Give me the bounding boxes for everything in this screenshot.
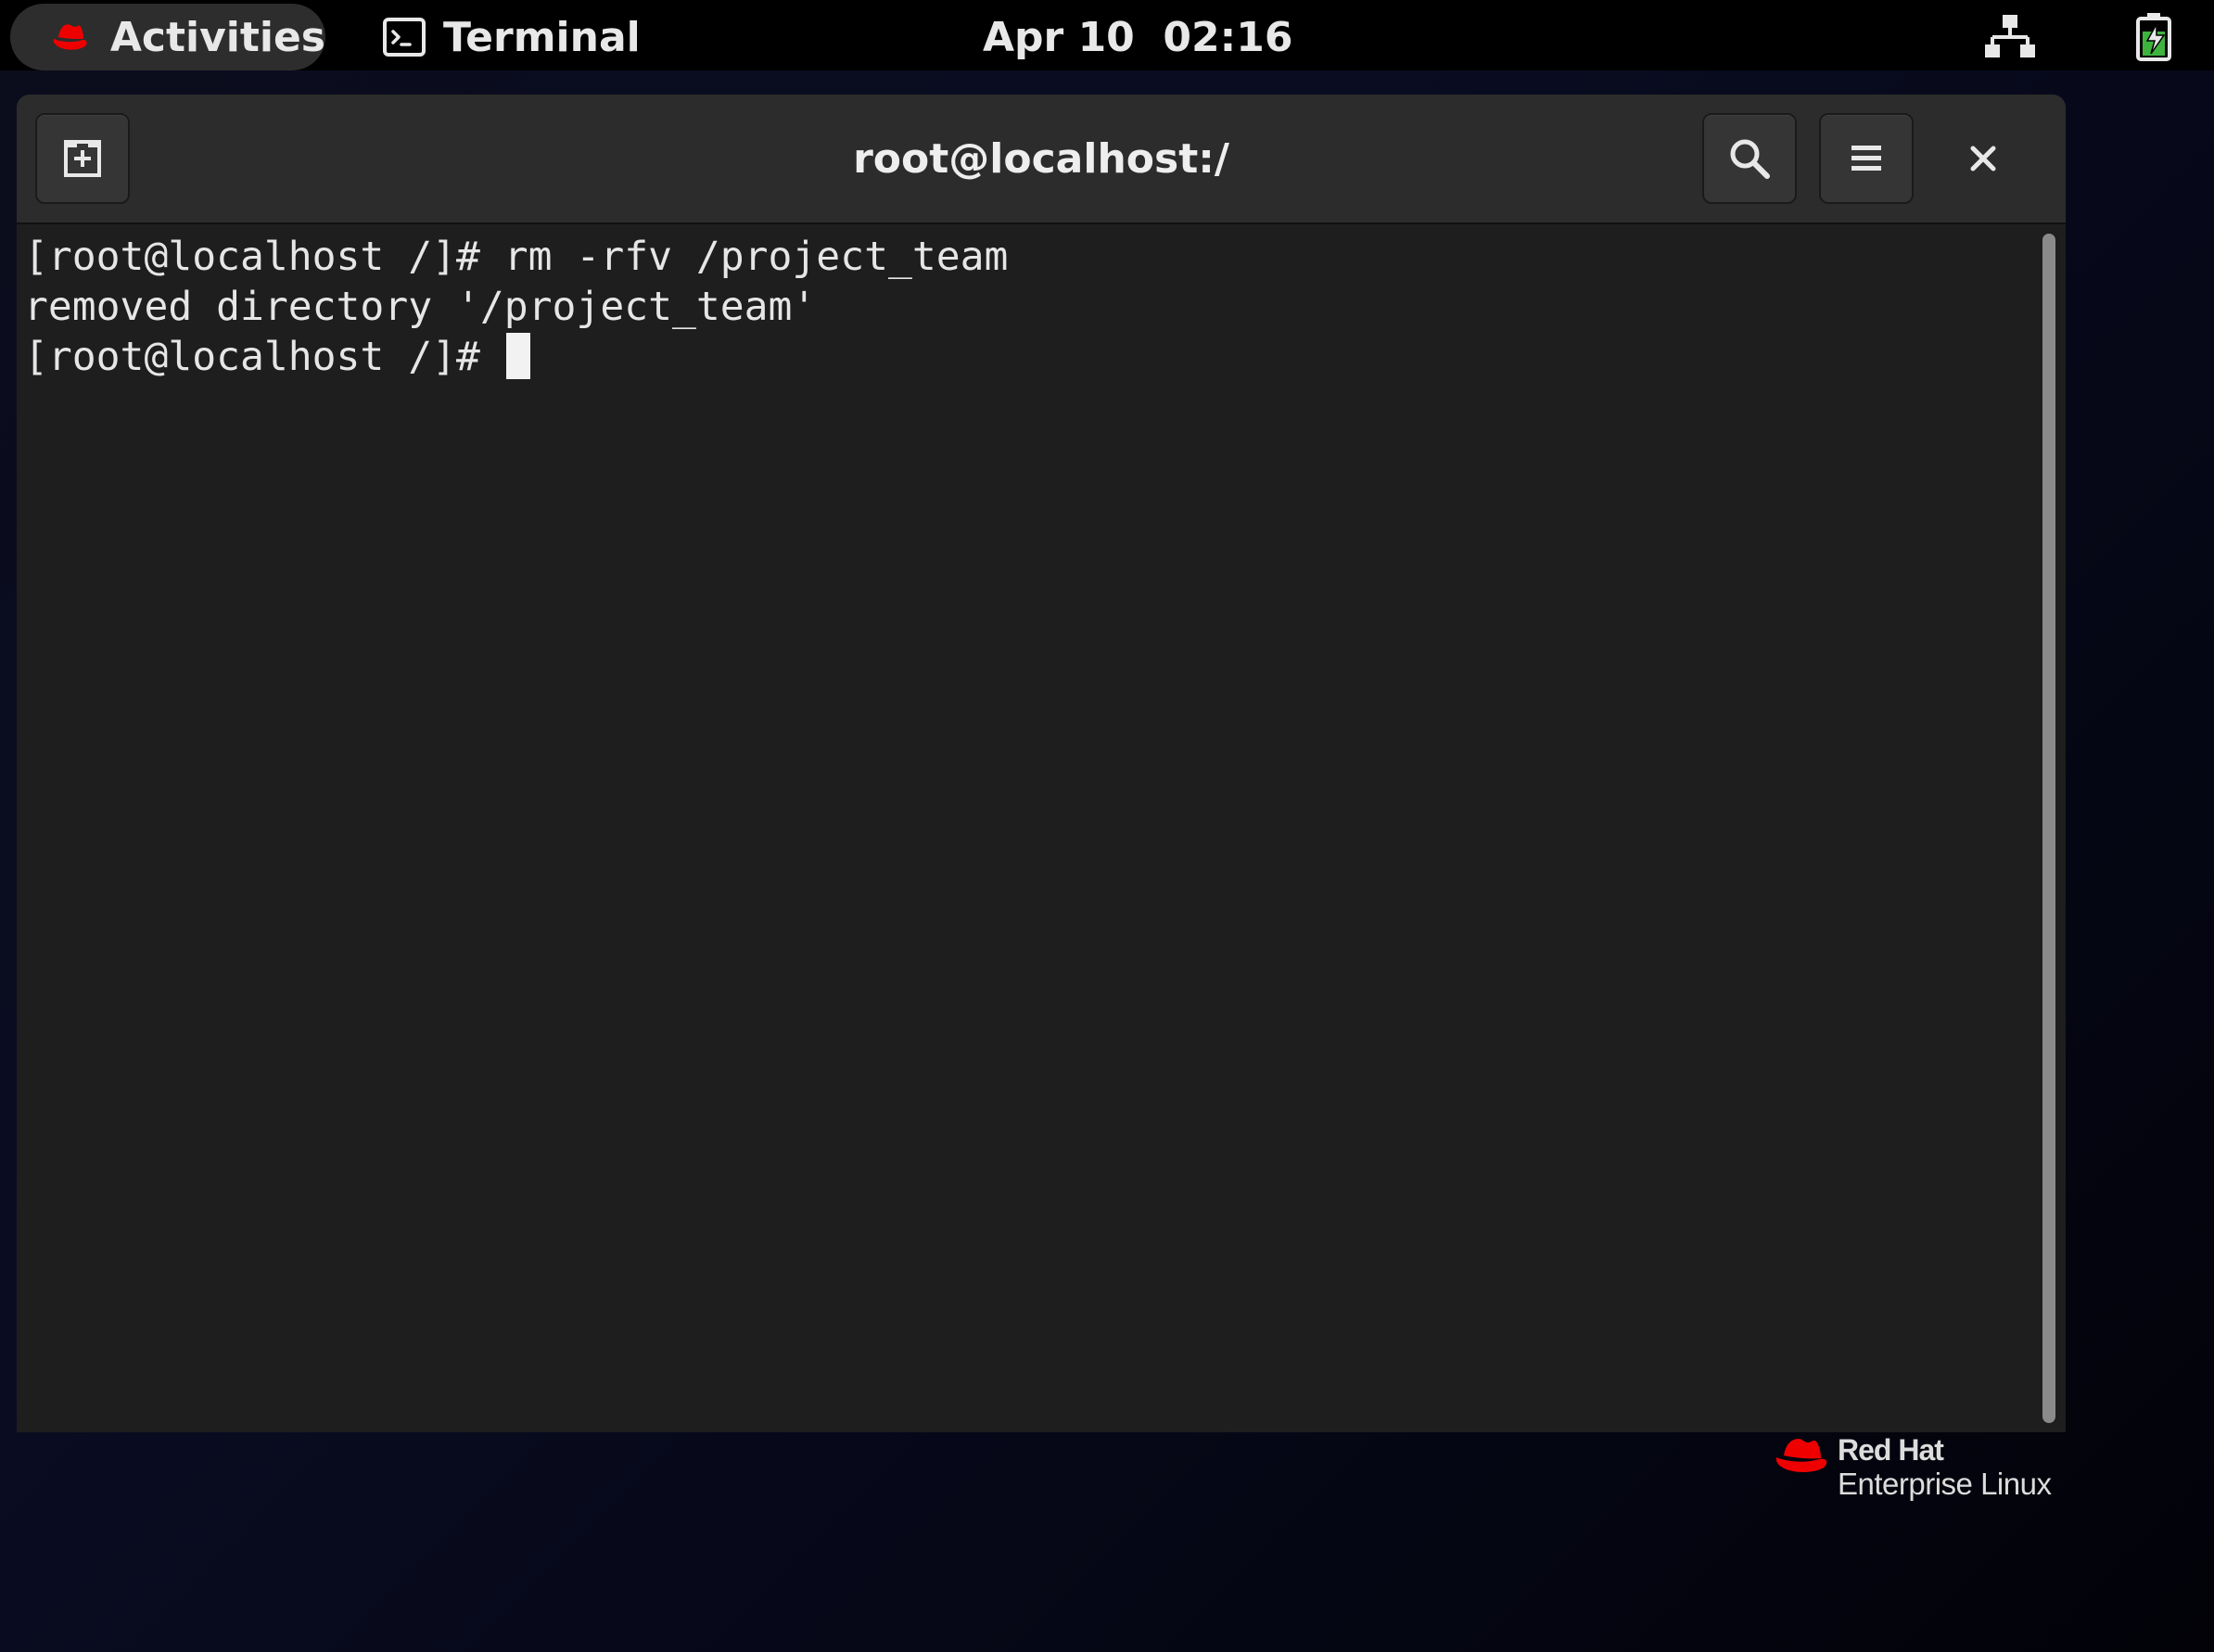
new-tab-button[interactable] [35, 113, 130, 204]
terminal-cursor [505, 333, 530, 379]
terminal-output[interactable]: [root@localhost /]# rm -rfv /project_tea… [17, 224, 2029, 1432]
close-icon [1970, 146, 1996, 172]
main-menu-button[interactable] [1819, 113, 1914, 204]
battery-charging-icon[interactable] [2132, 11, 2177, 63]
close-window-button[interactable] [1936, 113, 2030, 204]
terminal-app-icon [383, 18, 426, 57]
terminal-prompt: [root@localhost /]# [24, 334, 504, 380]
redhat-enterprise-linux-logo: Red Hat Enterprise Linux [1771, 1433, 2077, 1507]
scrollbar-thumb[interactable] [2042, 234, 2055, 1423]
terminal-window: root@localhost:/ [root@localhost /]# rm … [17, 95, 2066, 1432]
brand-line-1: Red Hat [1838, 1433, 1944, 1467]
clock[interactable]: Apr 10 02:16 [983, 4, 1293, 70]
activities-label: Activities [109, 13, 325, 61]
activities-button[interactable]: Activities [10, 4, 325, 70]
top-bar: Activities Terminal Apr 10 02:16 [0, 0, 2214, 70]
search-button[interactable] [1702, 113, 1797, 204]
redhat-logo-icon [53, 24, 87, 50]
terminal-prompt-line: [root@localhost /]# [24, 332, 2029, 382]
app-menu-label: Terminal [443, 13, 641, 61]
terminal-line: removed directory '/project_team' [24, 284, 817, 330]
network-wired-icon[interactable] [1984, 13, 2036, 61]
redhat-logo-icon [1775, 1439, 1827, 1472]
new-tab-icon [64, 140, 101, 177]
app-menu-terminal[interactable]: Terminal [382, 4, 641, 70]
brand-line-2: Enterprise Linux [1838, 1467, 2052, 1501]
terminal-scrollbar[interactable] [2030, 224, 2066, 1432]
window-headerbar: root@localhost:/ [17, 95, 2066, 224]
hamburger-menu-icon [1851, 146, 1881, 171]
search-icon [1730, 139, 1770, 179]
terminal-line: [root@localhost /]# rm -rfv /project_tea… [24, 234, 1009, 280]
desktop-background: Activities Terminal Apr 10 02:16 root@lo… [0, 0, 2214, 1652]
